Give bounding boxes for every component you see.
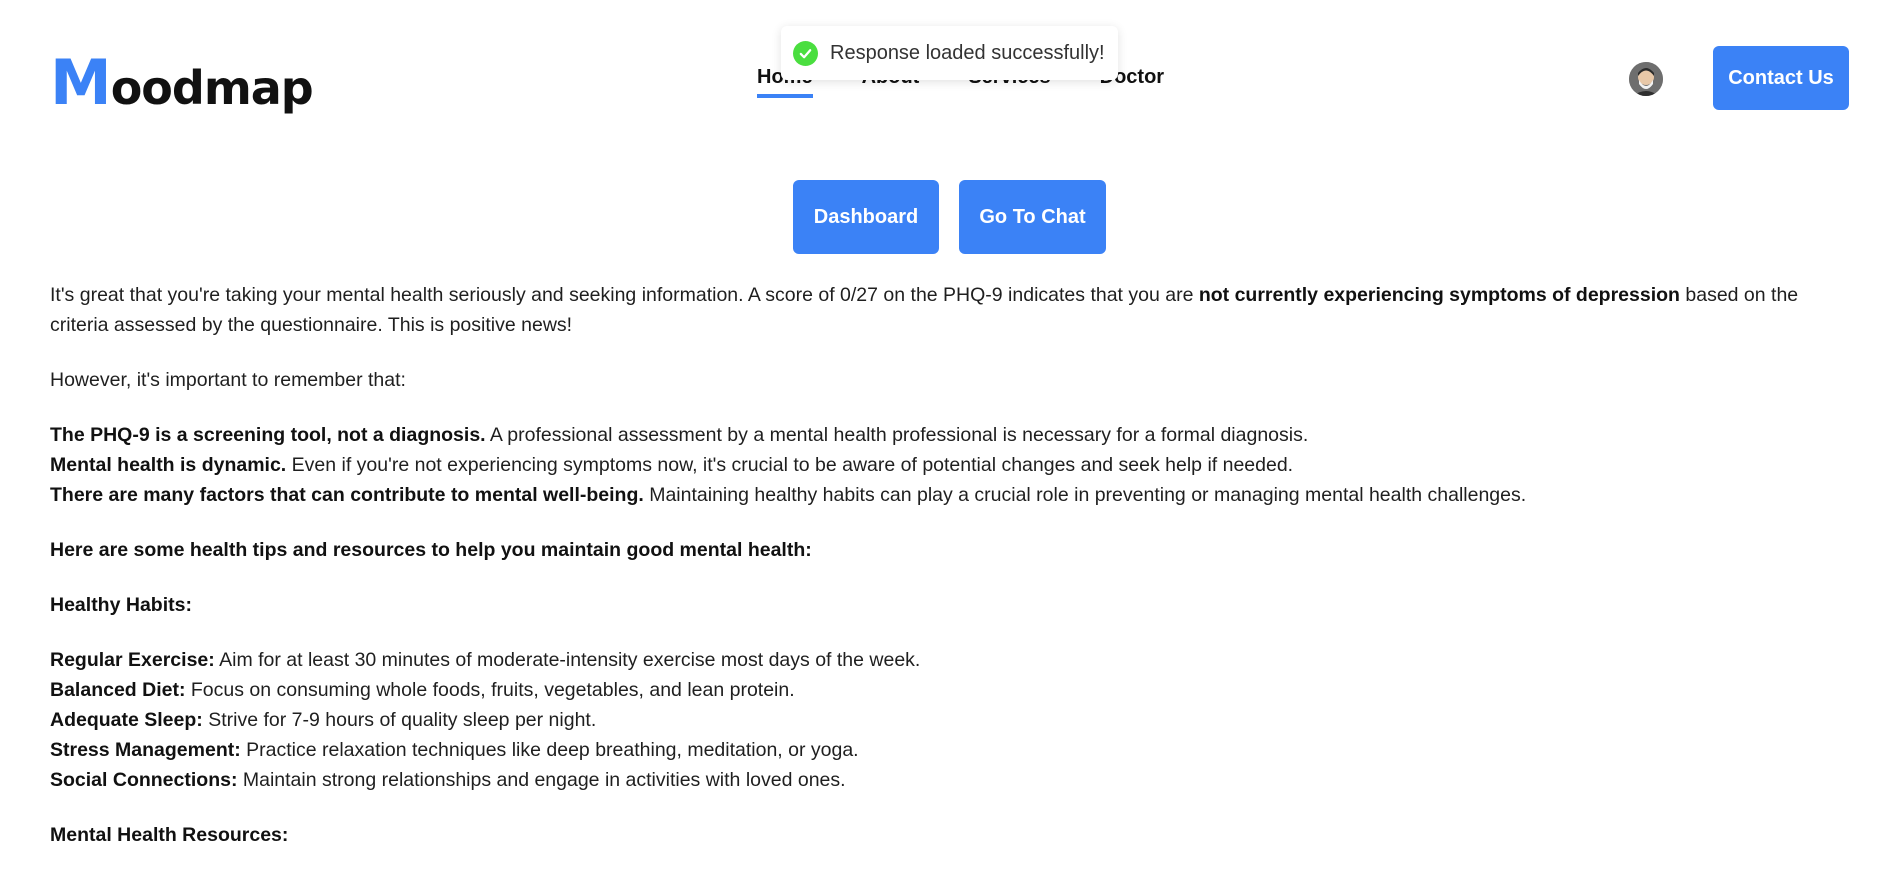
habit-1-title: Regular Exercise: [50,649,215,671]
toast-message: Response loaded successfully! [830,41,1105,64]
habit-4-text: Practice relaxation techniques like deep… [240,739,859,761]
habit-2-title: Balanced Diet: [50,679,186,701]
point-2-title: Mental health is dynamic. [50,454,287,476]
tips-heading: Here are some health tips and resources … [50,535,1860,565]
resources-heading: Mental Health Resources: [50,820,1860,850]
point-2-text: Even if you're not experiencing symptoms… [286,454,1294,476]
brand-logo[interactable]: Moodmap [50,52,314,115]
point-3-text: Maintaining healthy habits can play a cr… [643,484,1527,506]
habits-heading: Healthy Habits: [50,590,1860,620]
intro-highlight: not currently experiencing symptoms of d… [1198,284,1680,306]
habit-3-title: Adequate Sleep: [50,709,203,731]
habit-1-text: Aim for at least 30 minutes of moderate-… [214,649,921,671]
however-paragraph: However, it's important to remember that… [50,369,406,391]
habit-3-text: Strive for 7-9 hours of quality sleep pe… [202,709,597,731]
point-1-text: A professional assessment by a mental he… [485,424,1309,446]
dashboard-button[interactable]: Dashboard [793,180,939,254]
habit-4-title: Stress Management: [50,739,241,761]
key-points: The PHQ-9 is a screening tool, not a dia… [50,420,1860,510]
assessment-result: It's great that you're taking your menta… [50,280,1860,875]
point-1-title: The PHQ-9 is a screening tool, not a dia… [50,424,486,446]
habit-5-text: Maintain strong relationships and engage… [237,769,846,791]
check-circle-icon [793,40,818,66]
point-3-title: There are many factors that can contribu… [50,484,644,506]
intro-paragraph: It's great that you're taking your menta… [50,280,1860,340]
avatar-image [1629,62,1663,96]
habits-heading-text: Healthy Habits: [50,594,192,616]
habit-2-text: Focus on consuming whole foods, fruits, … [185,679,795,701]
contact-us-button[interactable]: Contact Us [1713,46,1849,110]
brand-logo-initial: M [50,46,112,119]
resources-heading-text: Mental Health Resources: [50,824,289,846]
toast-notification: Response loaded successfully! [781,26,1118,80]
tips-heading-text: Here are some health tips and resources … [50,539,812,561]
habits-list: Regular Exercise: Aim for at least 30 mi… [50,645,1860,795]
intro-text-1: It's great that you're taking your menta… [50,284,1199,306]
habit-5-title: Social Connections: [50,769,238,791]
user-avatar[interactable] [1629,62,1663,96]
brand-logo-rest: oodmap [110,61,314,115]
go-to-chat-button[interactable]: Go To Chat [959,180,1106,254]
